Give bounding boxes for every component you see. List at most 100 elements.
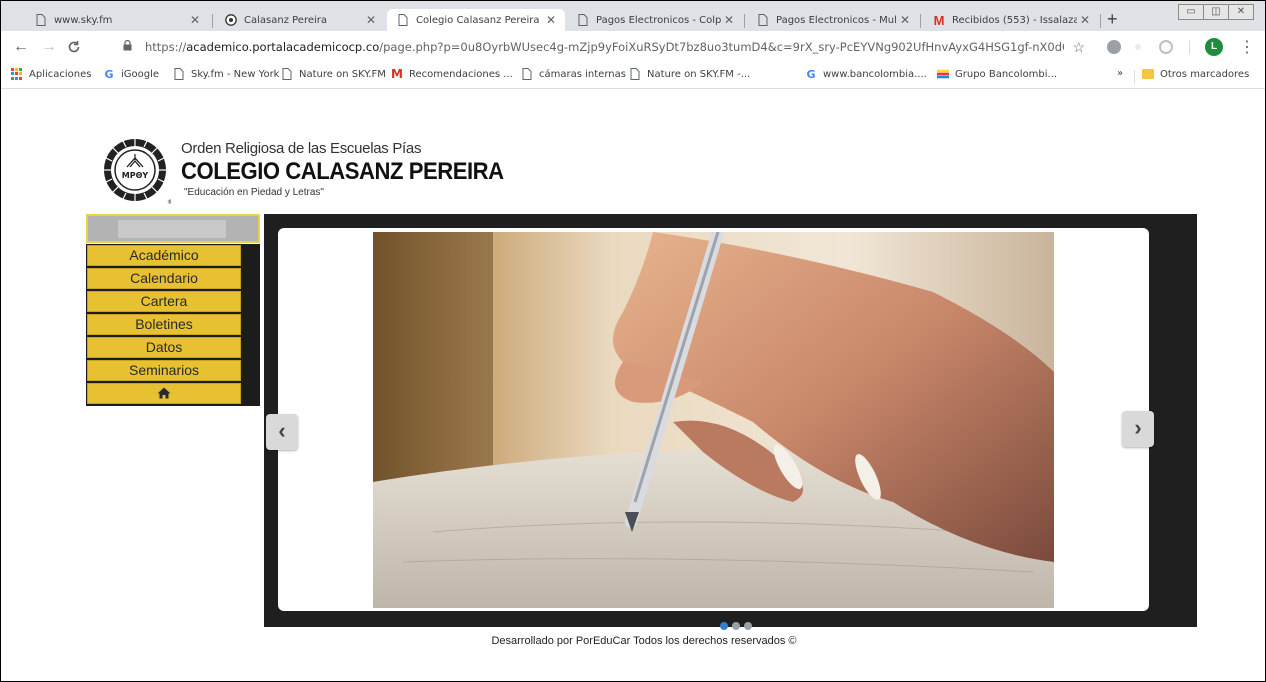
bookmark-grupo-bancolombia[interactable]: Grupo Bancolombi...	[937, 68, 1057, 80]
more-bookmarks-button[interactable]: »	[1117, 68, 1123, 79]
browser-toolbar: ← → https://academico.portalacademicocp.…	[1, 31, 1265, 63]
bookmark-label: Grupo Bancolombi...	[955, 68, 1058, 80]
window-controls: ▭ ◫ ✕	[1178, 4, 1254, 20]
school-logo: MPΘY ®	[101, 136, 173, 206]
bookmark-label: Nature on SKY.FM	[299, 68, 386, 80]
profile-avatar[interactable]: L	[1205, 38, 1223, 56]
slide-image-hand-writing	[373, 232, 1054, 608]
address-bar[interactable]: https://academico.portalacademicocp.co/p…	[115, 35, 1095, 59]
close-window-button[interactable]: ✕	[1228, 5, 1253, 19]
url-text: https://academico.portalacademicocp.co/p…	[145, 40, 1064, 54]
slider-next-button[interactable]: ›	[1122, 411, 1154, 447]
tab-label: Recibidos (553) - Issalazar	[952, 14, 1077, 26]
tab-calasanz[interactable]: Calasanz Pereira ✕	[215, 9, 385, 31]
folder-icon	[1142, 68, 1154, 80]
gmail-icon: M	[933, 12, 945, 28]
menu-item-cartera[interactable]: Cartera	[87, 291, 241, 312]
close-tab-icon[interactable]: ✕	[721, 13, 737, 27]
school-name: COLEGIO CALASANZ PEREIRA	[181, 158, 504, 185]
bookmark-aplicaciones[interactable]: Aplicaciones	[11, 68, 91, 80]
slider-pagination	[720, 622, 752, 630]
side-menu: Académico Calendario Cartera Boletines D…	[86, 244, 260, 406]
google-icon: G	[104, 67, 114, 81]
maximize-button[interactable]: ◫	[1203, 5, 1228, 19]
close-tab-icon[interactable]: ✕	[543, 13, 559, 27]
close-tab-icon[interactable]: ✕	[1077, 13, 1093, 27]
bookmark-label: Sky.fm - New York	[191, 68, 280, 80]
close-tab-icon[interactable]: ✕	[897, 13, 913, 27]
tab-pagos-colpatria[interactable]: Pagos Electronicos - Colpa ✕	[567, 9, 743, 31]
close-tab-icon[interactable]: ✕	[363, 13, 379, 27]
page-icon	[757, 14, 769, 26]
apps-icon	[11, 68, 23, 80]
minimize-button[interactable]: ▭	[1179, 5, 1203, 19]
school-motto: "Educación en Piedad y Letras"	[184, 187, 324, 198]
bookmark-star-icon[interactable]: ☆	[1072, 39, 1085, 56]
slider-prev-button[interactable]: ‹	[266, 414, 298, 450]
url-host: academico.portalacademicocp.co	[186, 40, 380, 54]
bookmark-igoogle[interactable]: G iGoogle	[103, 67, 159, 81]
tab-colegio-active[interactable]: Colegio Calasanz Pereira - ✕	[387, 9, 565, 31]
menu-item-datos[interactable]: Datos	[87, 337, 241, 358]
page-icon	[521, 68, 533, 80]
tab-skyfm[interactable]: www.sky.fm ✕	[25, 9, 209, 31]
page-icon	[629, 68, 641, 80]
tab-strip: www.sky.fm ✕ Calasanz Pereira ✕ Colegio …	[1, 1, 1265, 31]
reload-icon[interactable]	[67, 38, 81, 59]
page-icon	[35, 14, 47, 26]
bookmark-nature-skyfm[interactable]: Nature on SKY.FM	[281, 68, 386, 80]
bookmark-bancolombia[interactable]: G www.bancolombia....	[805, 67, 927, 81]
menu-item-seminarios[interactable]: Seminarios	[87, 360, 241, 381]
logo-text: MPΘY	[122, 171, 149, 180]
bookmark-label: Nature on SKY.FM -...	[647, 68, 751, 80]
page-icon	[577, 14, 589, 26]
gmail-icon: M	[391, 67, 403, 81]
menu-item-calendario[interactable]: Calendario	[87, 268, 241, 289]
bookmarks-bar: Aplicaciones G iGoogle Sky.fm - New York…	[1, 63, 1265, 89]
order-name: Orden Religiosa de las Escuelas Pías	[181, 140, 422, 157]
url-path: /page.php?p=0u8OyrbWUsec4g-mZjp9yFoiXuRS…	[379, 40, 1065, 54]
tab-gmail[interactable]: M Recibidos (553) - Issalazar ✕	[923, 9, 1099, 31]
bookmark-otros-marcadores[interactable]: Otros marcadores	[1142, 68, 1249, 80]
new-tab-button[interactable]: +	[1107, 9, 1118, 29]
page-icon	[397, 14, 409, 26]
tab-pagos-multi[interactable]: Pagos Electronicos - Multi ✕	[747, 9, 919, 31]
opera-extension-icon[interactable]	[1159, 40, 1173, 54]
tab-label: Pagos Electronicos - Colpa	[596, 14, 721, 26]
toolbar-separator	[1189, 40, 1190, 54]
menu-kebab-icon[interactable]: ⋮	[1239, 37, 1255, 57]
page-icon	[173, 68, 185, 80]
menu-item-academico[interactable]: Académico	[87, 245, 241, 266]
bookmark-label: Otros marcadores	[1160, 68, 1250, 80]
bookmark-nature-skyfm-2[interactable]: Nature on SKY.FM -...	[629, 68, 750, 80]
svg-text:®: ®	[167, 199, 171, 206]
bookmark-label: Aplicaciones	[29, 68, 92, 80]
bookmark-label: www.bancolombia....	[823, 68, 927, 80]
tab-label: Calasanz Pereira	[244, 14, 328, 26]
bookmark-camaras[interactable]: cámaras internas	[521, 68, 626, 80]
tab-label: Colegio Calasanz Pereira -	[416, 14, 543, 26]
menu-item-home[interactable]	[87, 383, 241, 404]
more-bookmarks-label: »	[1117, 68, 1124, 79]
home-icon	[157, 386, 171, 402]
bookmark-label: cámaras internas	[539, 68, 626, 80]
slider-dot-1[interactable]	[720, 622, 728, 630]
browser-window: www.sky.fm ✕ Calasanz Pereira ✕ Colegio …	[0, 0, 1266, 682]
slider-dot-3[interactable]	[744, 622, 752, 630]
menu-item-boletines[interactable]: Boletines	[87, 314, 241, 335]
drive-extension-icon[interactable]	[1107, 40, 1121, 54]
slider-dot-2[interactable]	[732, 622, 740, 630]
close-tab-icon[interactable]: ✕	[187, 13, 203, 27]
forward-arrow-icon[interactable]: →	[41, 38, 57, 56]
back-arrow-icon[interactable]: ←	[13, 38, 29, 56]
bookmark-skyfm-ny[interactable]: Sky.fm - New York	[173, 68, 279, 80]
bancolombia-icon	[937, 68, 949, 80]
tab-separator	[920, 14, 921, 28]
extension-icon[interactable]	[1135, 44, 1141, 50]
lock-icon	[123, 39, 135, 54]
menu-header-placeholder	[118, 220, 226, 238]
tab-separator	[744, 14, 745, 28]
google-icon: G	[806, 67, 816, 81]
tab-separator	[212, 14, 213, 28]
bookmark-recomendaciones[interactable]: M Recomendaciones ...	[391, 67, 513, 81]
